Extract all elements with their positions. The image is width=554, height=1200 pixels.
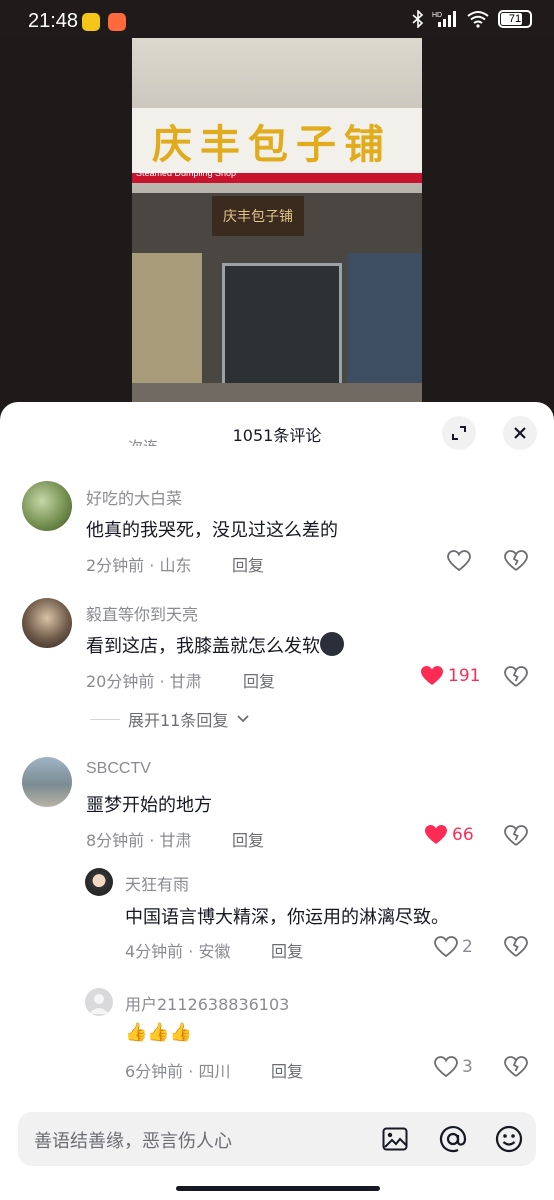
dislike-button[interactable]	[504, 550, 528, 576]
broken-heart-icon	[504, 825, 528, 846]
comment-location: 甘肃	[169, 672, 202, 691]
emoji-icon	[495, 1125, 523, 1153]
comment-meta: 20分钟前 · 甘肃	[86, 672, 202, 691]
chevron-down-icon	[237, 715, 250, 723]
reply-button[interactable]: 回复	[271, 1058, 303, 1082]
reply-location: 四川	[198, 1062, 231, 1081]
battery-icon: 71	[498, 10, 532, 28]
close-icon	[514, 427, 526, 439]
expand-icon	[452, 426, 466, 440]
image-button[interactable]	[380, 1124, 410, 1154]
divider-line	[90, 718, 120, 720]
status-time: 21:48	[28, 10, 79, 32]
reply-meta: 4分钟前 · 安徽	[125, 942, 231, 961]
reply-button[interactable]: 回复	[232, 827, 264, 851]
like-button[interactable]: 66	[424, 824, 474, 846]
broken-heart-icon	[504, 666, 528, 687]
comment-text: 他真的我哭死，没见过这么差的	[86, 520, 338, 541]
close-button[interactable]	[503, 416, 537, 450]
shop-sign-subtitle: Steamed Dumpling Shop	[136, 168, 237, 178]
broken-heart-icon	[504, 550, 528, 571]
comment-username[interactable]: 好吃的大白菜	[86, 485, 182, 509]
heart-outline-icon	[447, 550, 471, 572]
like-button[interactable]: 2	[434, 936, 473, 958]
video-player[interactable]: 庆丰包子铺 Steamed Dumpling Shop 庆丰包子铺	[0, 38, 554, 408]
comment-meta: 8分钟前 · 甘肃	[86, 831, 192, 850]
wifi-icon	[467, 11, 489, 28]
reply-time: 4分钟前	[125, 942, 184, 961]
comment-text: 看到这店，我膝盖就怎么发软😶	[86, 632, 344, 658]
svg-text:HD: HD	[432, 12, 442, 19]
speechless-emoji: 😶	[320, 632, 344, 656]
comment-time: 8分钟前	[86, 831, 145, 850]
default-avatar-icon[interactable]	[85, 988, 113, 1016]
like-button[interactable]: 191	[420, 665, 480, 687]
comment-text-body: 看到这店，我膝盖就怎么发软	[86, 636, 320, 657]
like-count: 191	[448, 666, 481, 686]
home-indicator[interactable]	[176, 1186, 380, 1191]
reply-time: 6分钟前	[125, 1062, 184, 1081]
heart-outline-icon	[434, 936, 458, 958]
comment-username[interactable]: SBCCTV	[86, 760, 151, 778]
expand-replies-label: 展开11条回复	[128, 711, 229, 730]
mention-button[interactable]	[438, 1124, 468, 1154]
reply-text: 👍👍👍	[125, 1022, 193, 1043]
avatar[interactable]	[22, 481, 72, 531]
heart-outline-icon	[434, 1056, 458, 1078]
reply-username[interactable]: 用户2112638836103	[125, 991, 289, 1015]
comment-username[interactable]: 毅直等你到天亮	[86, 601, 198, 625]
comment-input-bar[interactable]: 善语结善缘，恶言伤人心	[18, 1112, 536, 1166]
comment-location: 山东	[159, 556, 192, 575]
bluetooth-icon	[412, 10, 424, 28]
sheet-header: 1051条评论	[0, 402, 554, 462]
broken-heart-icon	[504, 1056, 528, 1077]
expand-button[interactable]	[442, 416, 476, 450]
image-icon	[382, 1127, 408, 1151]
avatar[interactable]	[22, 757, 72, 807]
comment-input-placeholder[interactable]: 善语结善缘，恶言伤人心	[34, 1127, 232, 1153]
hd-signal-icon: HD	[432, 11, 456, 27]
comment-location: 甘肃	[159, 831, 192, 850]
previous-comment-fragment: 次连	[128, 436, 158, 446]
video-frame: 庆丰包子铺 Steamed Dumpling Shop 庆丰包子铺	[132, 38, 422, 408]
dislike-button[interactable]	[504, 936, 528, 962]
store-window	[132, 253, 202, 383]
store-window	[347, 253, 422, 383]
avatar[interactable]	[85, 868, 113, 896]
comment-meta: 2分钟前 · 山东	[86, 556, 192, 575]
comment-text: 噩梦开始的地方	[86, 795, 212, 816]
expand-replies-button[interactable]: 展开11条回复	[90, 707, 250, 731]
broken-heart-icon	[504, 936, 528, 957]
dislike-button[interactable]	[504, 666, 528, 692]
reply-meta: 6分钟前 · 四川	[125, 1062, 231, 1081]
reply-username[interactable]: 天狂有雨	[125, 871, 189, 895]
battery-level: 71	[508, 13, 522, 25]
avatar[interactable]	[22, 598, 72, 648]
at-mention-icon	[439, 1126, 467, 1153]
emoji-button[interactable]	[494, 1124, 524, 1154]
heart-filled-icon	[421, 666, 443, 685]
reply-button[interactable]: 回复	[271, 938, 303, 962]
inner-shop-sign: 庆丰包子铺	[212, 196, 304, 236]
like-count: 3	[462, 1057, 473, 1077]
shop-sign-text: 庆丰包子铺	[152, 120, 392, 168]
like-button[interactable]	[447, 550, 471, 572]
reply-location: 安徽	[198, 942, 231, 961]
comment-time: 20分钟前	[86, 672, 155, 691]
app-notification-icon	[82, 13, 100, 31]
store-door	[222, 263, 342, 403]
reply-text: 中国语言博大精深，你运用的淋漓尽致。	[125, 907, 449, 928]
like-count: 66	[452, 825, 474, 845]
dislike-button[interactable]	[504, 1056, 528, 1082]
reply-button[interactable]: 回复	[232, 552, 264, 576]
heart-filled-icon	[425, 825, 447, 844]
app-notification-icon	[108, 13, 126, 31]
dislike-button[interactable]	[504, 825, 528, 851]
comment-time: 2分钟前	[86, 556, 145, 575]
like-button[interactable]: 3	[434, 1056, 473, 1078]
like-count: 2	[462, 937, 473, 957]
reply-button[interactable]: 回复	[243, 668, 275, 692]
